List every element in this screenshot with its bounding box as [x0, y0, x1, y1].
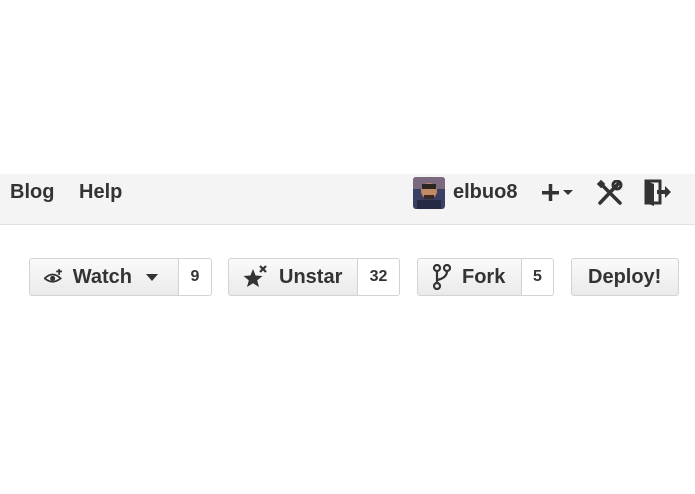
unstar-label: Unstar — [279, 265, 343, 288]
unstar-button[interactable]: Unstar — [228, 258, 358, 296]
sign-out-button[interactable] — [643, 179, 673, 212]
nav-help-link[interactable]: Help — [79, 180, 122, 204]
deploy-group: Deploy! — [571, 258, 679, 296]
watch-button[interactable]: Watch — [29, 258, 179, 296]
user-avatar[interactable] — [413, 177, 445, 209]
plus-icon — [542, 184, 573, 201]
fork-count[interactable]: 5 — [522, 258, 554, 296]
avatar-image — [413, 177, 445, 209]
fork-label: Fork — [462, 265, 506, 288]
watch-label: Watch — [72, 265, 132, 288]
fork-icon — [432, 264, 452, 290]
fork-group: Fork 5 — [417, 258, 554, 296]
star-x-icon — [243, 265, 267, 287]
star-count[interactable]: 32 — [358, 258, 400, 296]
deploy-button[interactable]: Deploy! — [571, 258, 679, 296]
tools-icon — [596, 179, 623, 205]
sign-out-icon — [644, 179, 671, 206]
caret-down-icon — [563, 190, 573, 195]
fork-button[interactable]: Fork — [417, 258, 522, 296]
watch-group: Watch 9 — [29, 258, 212, 296]
settings-button[interactable] — [596, 179, 624, 211]
nav-blog-link[interactable]: Blog — [10, 180, 54, 204]
caret-down-icon — [146, 273, 158, 281]
create-new-button[interactable] — [540, 182, 576, 209]
username[interactable]: elbuo8 — [453, 180, 517, 204]
top-header: Blog Help elbuo8 — [0, 174, 695, 225]
eye-plus-icon — [44, 269, 63, 283]
star-group: Unstar 32 — [228, 258, 400, 296]
page: Blog Help elbuo8 Watch 9 Unstar 32 Fork … — [0, 0, 695, 494]
watch-count[interactable]: 9 — [179, 258, 212, 296]
deploy-label: Deploy! — [588, 265, 662, 288]
